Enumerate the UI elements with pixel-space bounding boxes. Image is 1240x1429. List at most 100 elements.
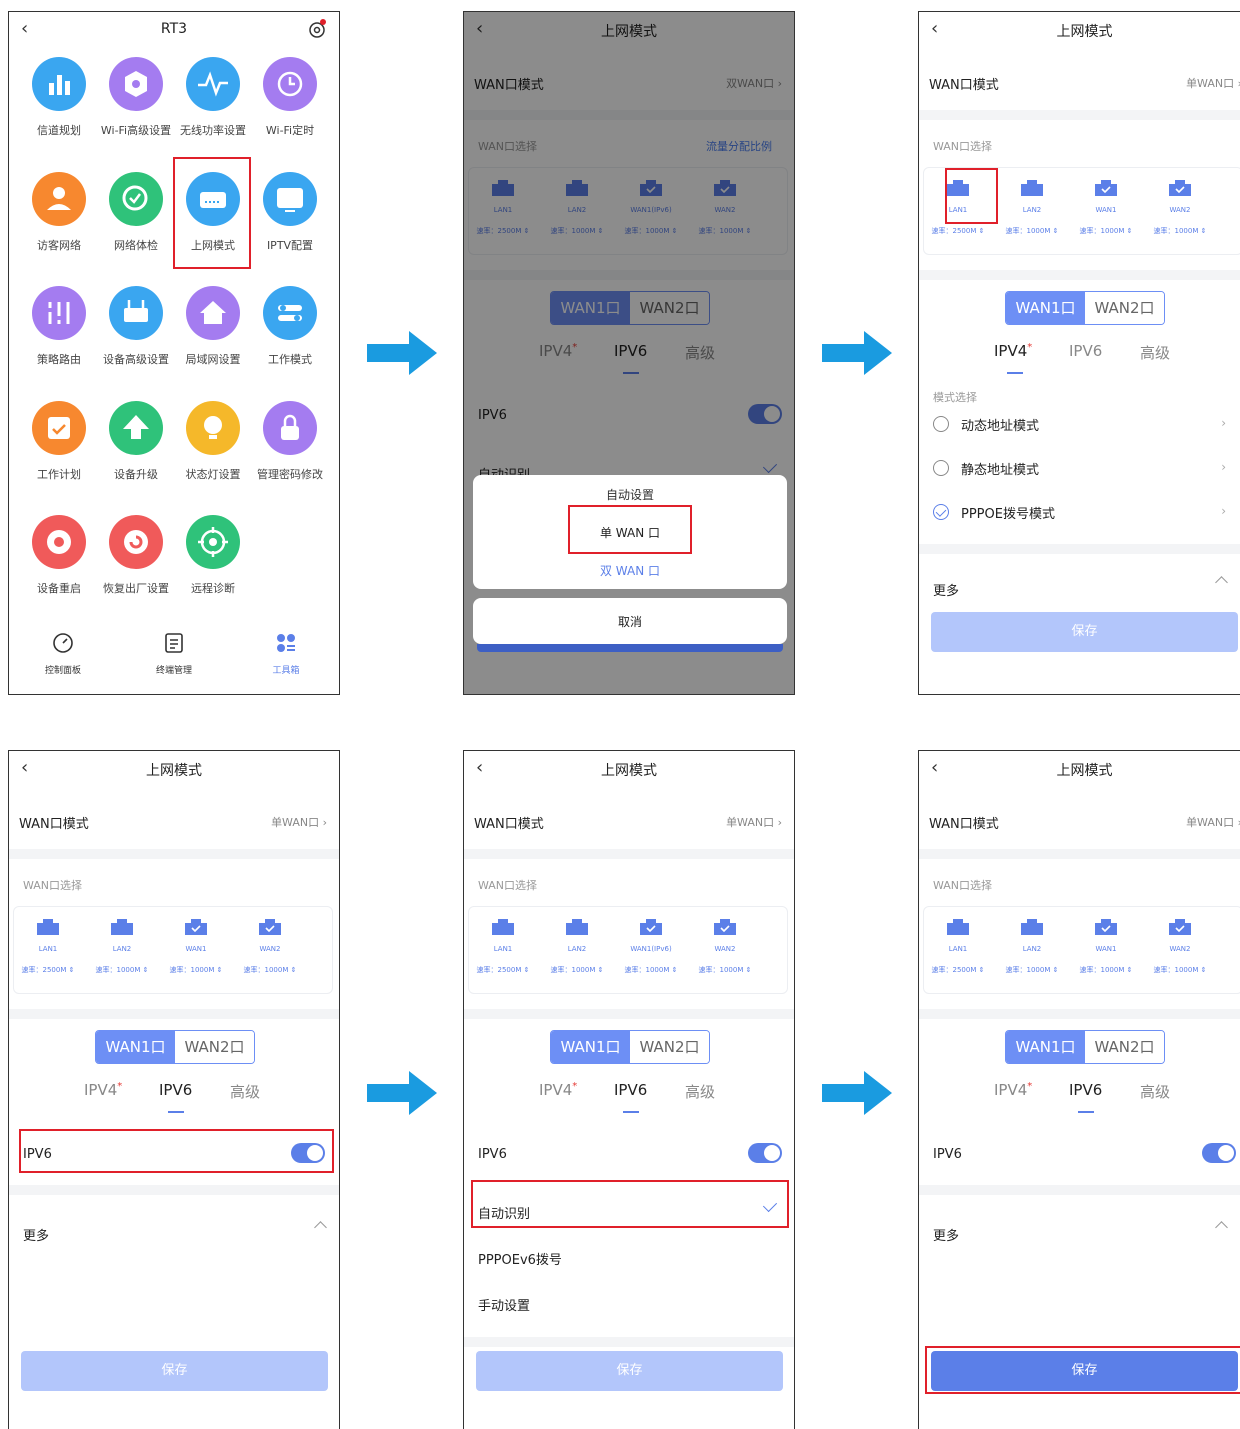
tool-item[interactable]: 设备高级设置 <box>98 286 174 368</box>
wan-mode-row[interactable]: WAN口模式 单WAN口 › <box>464 809 794 835</box>
seg-wan1[interactable]: WAN1口 <box>96 1031 175 1063</box>
port-speed: 速率：2500M ⇕ <box>931 227 985 235</box>
port-item[interactable]: WAN2 速率：1000M ⇕ <box>1150 180 1210 236</box>
chevron-right-icon: › <box>1221 504 1226 518</box>
tab-toolbox[interactable]: 工具箱 <box>246 632 326 676</box>
tab-ipv6[interactable]: IPV6 <box>614 1081 647 1099</box>
tab-advanced[interactable]: 高级 <box>1140 342 1170 363</box>
dynamic-mode-row[interactable]: 动态地址模式 › <box>919 410 1240 440</box>
save-button[interactable]: 保存 <box>931 612 1238 652</box>
port-item[interactable]: LAN1 速率：2500M ⇕ <box>928 919 988 975</box>
tool-item[interactable]: 信道规划 <box>21 57 97 139</box>
seg-wan2[interactable]: WAN2口 <box>1085 292 1164 324</box>
tool-item[interactable]: 设备升级 <box>98 401 174 483</box>
seg-wan2[interactable]: WAN2口 <box>630 1031 709 1063</box>
wan-segment[interactable]: WAN1口 WAN2口 <box>95 1030 255 1064</box>
save-button[interactable]: 保存 <box>21 1351 328 1391</box>
cancel-button[interactable]: 取消 <box>473 613 787 630</box>
port-item[interactable]: LAN1 速率：2500M ⇕ <box>473 919 533 975</box>
tab-ipv6[interactable]: IPV6 <box>1069 1081 1102 1099</box>
tool-item[interactable]: 工作计划 <box>21 401 97 483</box>
radio-checked-icon <box>933 504 949 520</box>
pppoev6-row[interactable]: PPPOEv6拨号 <box>464 1243 794 1273</box>
tool-item[interactable]: Wi-Fi高级设置 <box>98 57 174 139</box>
tool-item[interactable]: IPTV配置 <box>252 172 328 254</box>
tab-dashboard[interactable]: 控制面板 <box>23 632 103 676</box>
seg-wan2[interactable]: WAN2口 <box>175 1031 254 1063</box>
seg-wan1[interactable]: WAN1口 <box>1006 292 1085 324</box>
pppoe-mode-row[interactable]: PPPOE拨号模式 › <box>919 498 1240 528</box>
wan-mode-row[interactable]: WAN口模式 单WAN口 › <box>9 809 339 835</box>
wan-segment[interactable]: WAN1口 WAN2口 <box>1005 291 1165 325</box>
seg-wan1[interactable]: WAN1口 <box>551 1031 630 1063</box>
port-item[interactable]: WAN1 速率：1000M ⇕ <box>166 919 226 975</box>
port-name: LAN2 <box>567 945 587 953</box>
tool-item[interactable]: 工作模式 <box>252 286 328 368</box>
seg-wan1[interactable]: WAN1口 <box>1006 1031 1085 1063</box>
tool-item[interactable]: 无线功率设置 <box>175 57 251 139</box>
port-item[interactable]: WAN2 速率：1000M ⇕ <box>695 919 755 975</box>
tool-label: 设备升级 <box>114 468 158 481</box>
port-speed: 速率：1000M ⇕ <box>169 966 223 974</box>
port-item[interactable]: WAN2 速率：1000M ⇕ <box>240 919 300 975</box>
tab-ipv6[interactable]: IPV6 <box>1069 342 1102 360</box>
tab-advanced[interactable]: 高级 <box>230 1081 260 1102</box>
port-item[interactable]: WAN2 速率：1000M ⇕ <box>1150 919 1210 975</box>
arrow-right-icon <box>822 331 892 375</box>
port-item[interactable]: LAN2 速率：1000M ⇕ <box>1002 180 1062 236</box>
wan-mode-row[interactable]: WAN口模式 单WAN口 › <box>919 809 1240 835</box>
seg-wan2[interactable]: WAN2口 <box>1085 1031 1164 1063</box>
tool-item[interactable]: 局域网设置 <box>175 286 251 368</box>
settings-gear-icon[interactable] <box>307 19 327 39</box>
divider <box>9 1009 339 1019</box>
tool-item[interactable]: 恢复出厂设置 <box>98 515 174 597</box>
tool-item[interactable]: 状态灯设置 <box>175 401 251 483</box>
ipv6-toggle[interactable] <box>1202 1143 1236 1163</box>
static-mode-row[interactable]: 静态地址模式 › <box>919 454 1240 484</box>
tool-item[interactable]: 策略路由 <box>21 286 97 368</box>
port-item[interactable]: WAN1 速率：1000M ⇕ <box>1076 919 1136 975</box>
modal-overlay[interactable] <box>464 12 794 694</box>
tab-ipv6[interactable]: IPV6 <box>159 1081 192 1099</box>
tool-item[interactable]: 管理密码修改 <box>252 401 328 483</box>
port-name: WAN1 <box>185 945 207 953</box>
more-row[interactable]: 更多 <box>919 574 1240 604</box>
port-speed: 速率：1000M ⇕ <box>1005 966 1059 974</box>
divider <box>464 1009 794 1019</box>
wan-mode-value: 单WAN口 › <box>1186 816 1240 829</box>
device-icon <box>109 286 163 340</box>
tab-ipv4[interactable]: IPV4* <box>994 342 1032 360</box>
tab-ipv4[interactable]: IPV4* <box>84 1081 122 1099</box>
tab-advanced[interactable]: 高级 <box>685 1081 715 1102</box>
tool-item[interactable]: 远程诊断 <box>175 515 251 597</box>
more-row[interactable]: 更多 <box>919 1219 1240 1249</box>
port-item[interactable]: WAN1(IPv6) 速率：1000M ⇕ <box>621 919 681 975</box>
wan-mode-row[interactable]: WAN口模式 单WAN口 › <box>919 70 1240 96</box>
sliders-icon <box>32 286 86 340</box>
port-item[interactable]: LAN2 速率：1000M ⇕ <box>1002 919 1062 975</box>
ipv6-toggle[interactable] <box>748 1143 782 1163</box>
port-item[interactable]: LAN2 速率：1000M ⇕ <box>547 919 607 975</box>
dual-wan-option[interactable]: 双 WAN 口 <box>473 562 787 579</box>
tool-item[interactable]: 设备重启 <box>21 515 97 597</box>
tab-ipv4[interactable]: IPV4* <box>539 1081 577 1099</box>
port-item[interactable]: WAN1 速率：1000M ⇕ <box>1076 180 1136 236</box>
tab-terminals[interactable]: 终端管理 <box>134 632 214 676</box>
wan-mode-label: WAN口模式 <box>929 78 999 93</box>
port-item[interactable]: LAN1 速率：2500M ⇕ <box>18 919 78 975</box>
tool-item[interactable]: Wi-Fi定时 <box>252 57 328 139</box>
more-row[interactable]: 更多 <box>9 1219 339 1249</box>
port-item[interactable]: LAN2 速率：1000M ⇕ <box>92 919 152 975</box>
tool-item[interactable]: 访客网络 <box>21 172 97 254</box>
manual-row[interactable]: 手动设置 <box>464 1289 794 1319</box>
tool-item[interactable]: 网络体检 <box>98 172 174 254</box>
port-speed: 速率：1000M ⇕ <box>1005 227 1059 235</box>
divider <box>919 1185 1240 1195</box>
tab-ipv4[interactable]: IPV4* <box>994 1081 1032 1099</box>
save-button[interactable]: 保存 <box>476 1351 783 1391</box>
tab-advanced[interactable]: 高级 <box>1140 1081 1170 1102</box>
wan-segment[interactable]: WAN1口 WAN2口 <box>1005 1030 1165 1064</box>
wan-segment[interactable]: WAN1口 WAN2口 <box>550 1030 710 1064</box>
ipv6-label: IPV6 <box>933 1147 962 1162</box>
port-speed: 速率：1000M ⇕ <box>550 966 604 974</box>
